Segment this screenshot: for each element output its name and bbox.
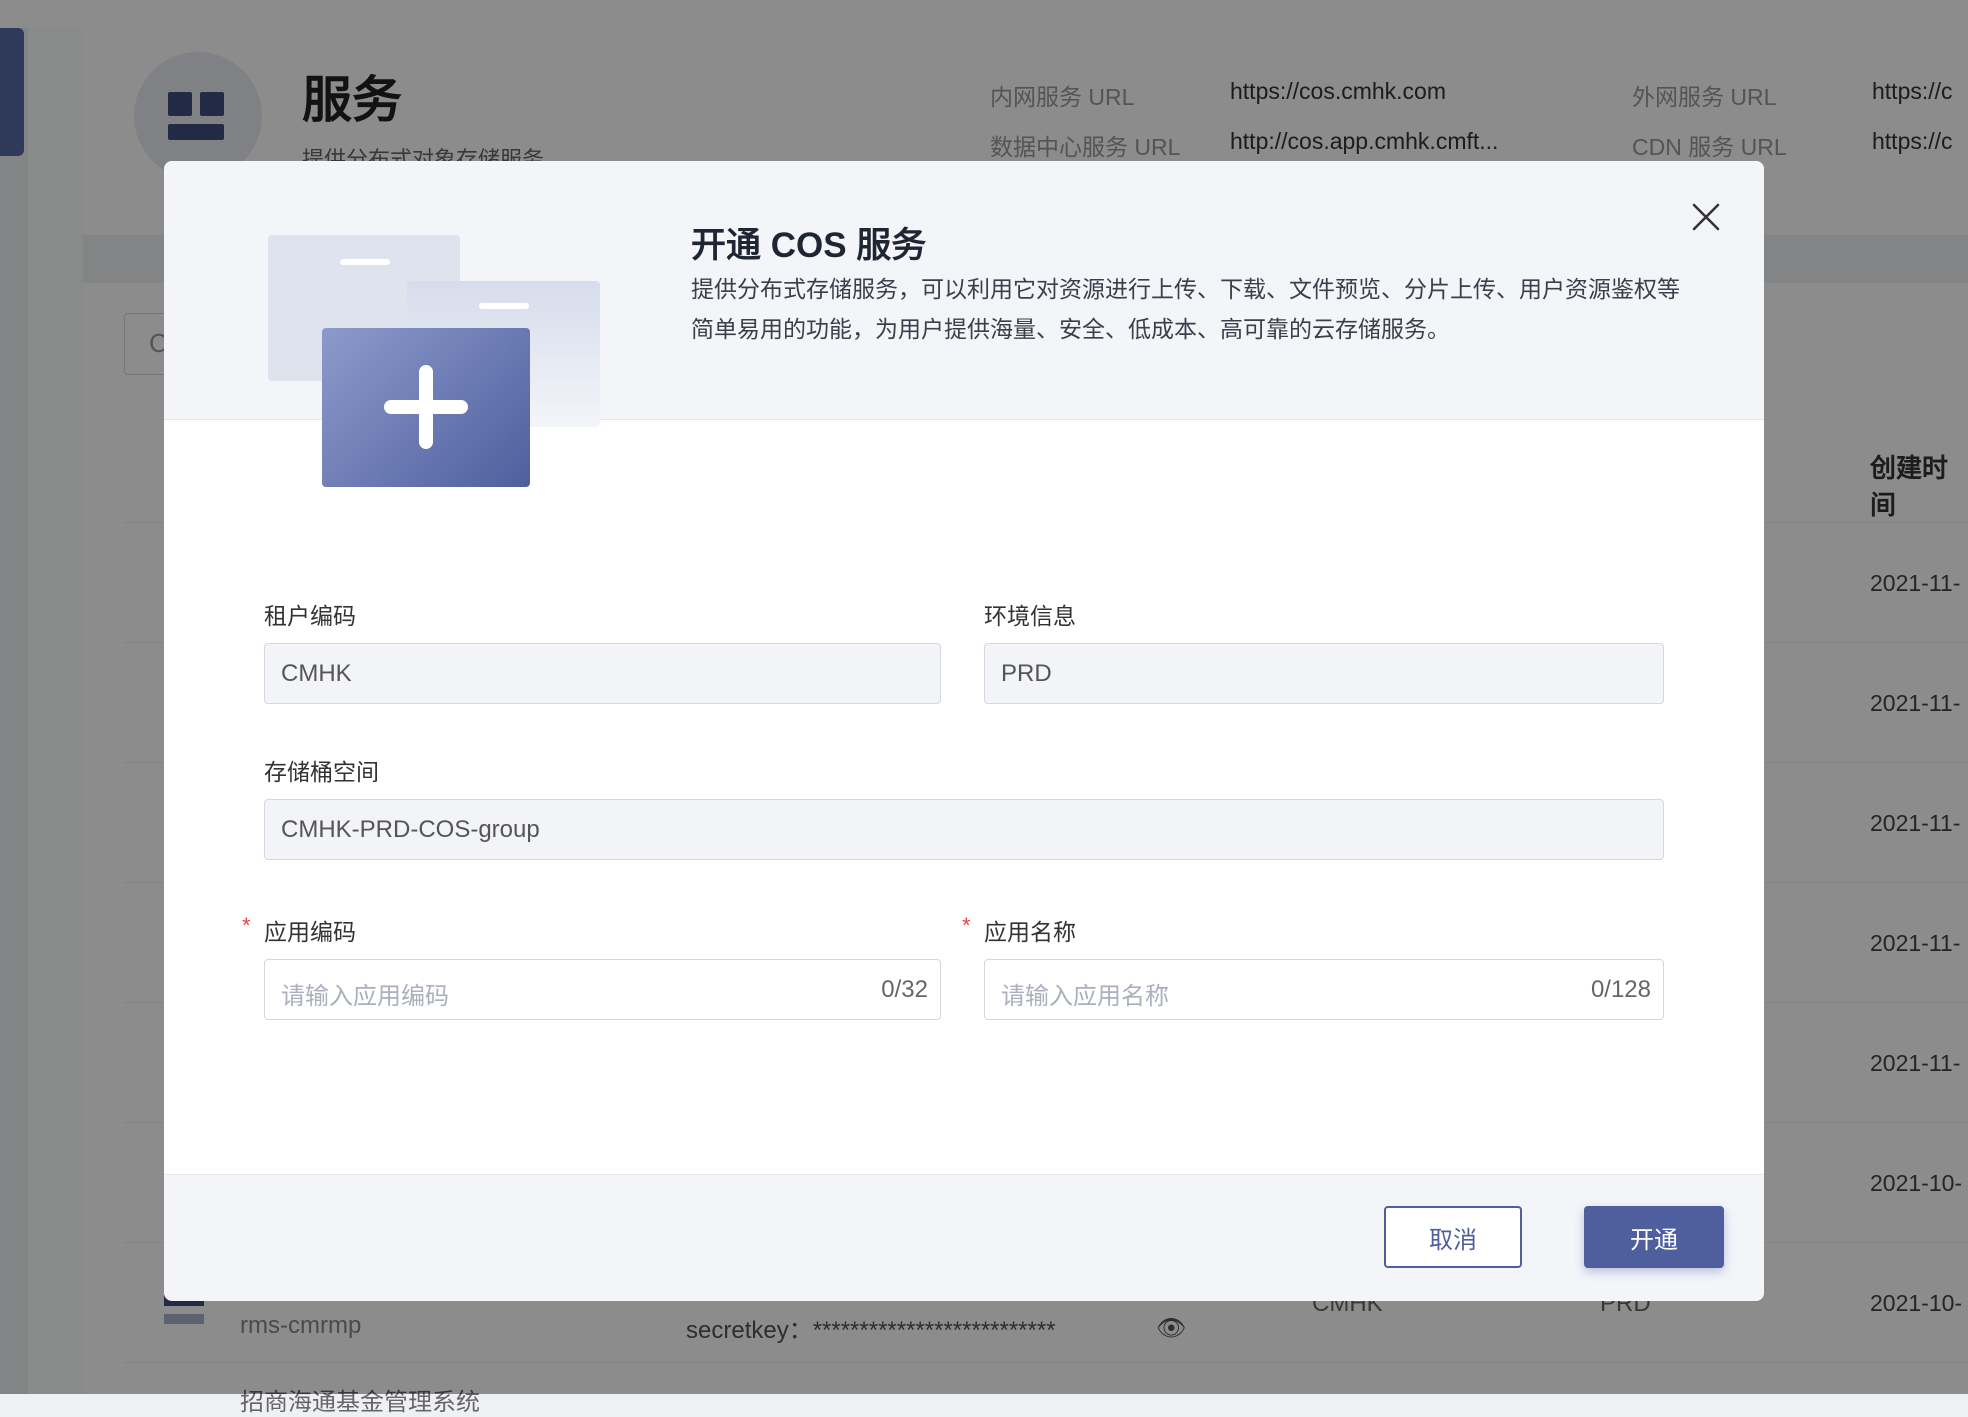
open-cos-service-dialog: 开通 COS 服务 提供分布式存储服务，可以利用它对资源进行上传、下载、文件预览…: [164, 161, 1764, 1301]
app-name-label: 应用名称: [984, 919, 1076, 945]
tenant-code-value: CMHK: [281, 660, 352, 687]
required-mark: *: [242, 913, 251, 938]
cancel-button[interactable]: 取消: [1384, 1206, 1522, 1268]
env-info-label: 环境信息: [984, 603, 1076, 629]
app-code-counter: 0/32: [881, 976, 928, 1003]
tenant-code-label: 租户编码: [264, 603, 356, 629]
app-name-counter: 0/128: [1590, 976, 1651, 1003]
required-mark: *: [962, 913, 971, 938]
app-name-placeholder: 请输入应用名称: [1001, 983, 1169, 1010]
app-code-input[interactable]: 请输入应用编码 0/32: [264, 959, 941, 1020]
tenant-code-field: CMHK: [264, 643, 941, 704]
dialog-title: 开通 COS 服务: [691, 226, 927, 265]
app-name-input[interactable]: 请输入应用名称 0/128: [984, 959, 1664, 1020]
dialog-description: 提供分布式存储服务，可以利用它对资源进行上传、下载、文件预览、分片上传、用户资源…: [691, 276, 1680, 342]
bucket-space-field: CMHK-PRD-COS-group: [264, 799, 1664, 860]
dialog-footer: 取消 开通: [164, 1174, 1764, 1301]
env-info-field: PRD: [984, 643, 1664, 704]
close-icon[interactable]: [1688, 199, 1724, 235]
bucket-space-value: CMHK-PRD-COS-group: [281, 816, 540, 843]
open-service-button[interactable]: 开通: [1584, 1206, 1724, 1268]
app-code-placeholder: 请输入应用编码: [281, 983, 449, 1010]
bucket-space-label: 存储桶空间: [264, 759, 379, 785]
add-service-illustration: [264, 231, 604, 501]
env-info-value: PRD: [1001, 660, 1052, 687]
app-code-label: 应用编码: [264, 919, 356, 945]
